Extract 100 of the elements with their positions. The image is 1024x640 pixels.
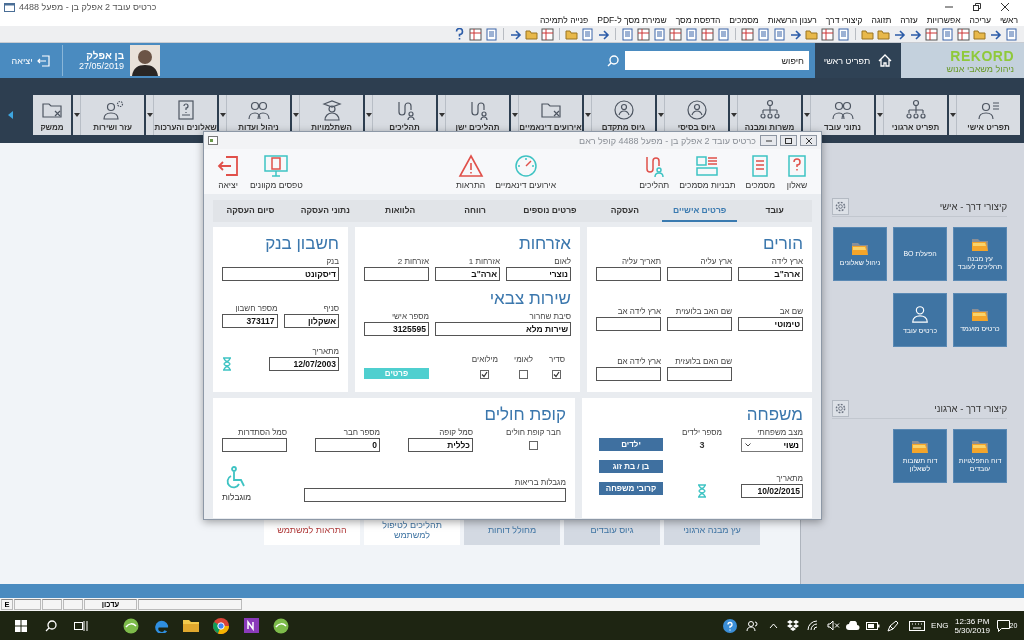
ribbon-button[interactable]: נתוני עובד: [811, 95, 874, 135]
toolbar-button[interactable]: [541, 27, 554, 41]
menu-item[interactable]: קיצורי דרך: [825, 15, 863, 25]
menu-item[interactable]: הדפסת מסך: [675, 15, 721, 25]
checkbox[interactable]: [480, 370, 490, 379]
dropdown-button[interactable]: [146, 95, 154, 135]
checkbox[interactable]: [519, 370, 528, 379]
toolbar-button[interactable]: שאלון: [783, 153, 811, 190]
text-field[interactable]: [364, 267, 429, 281]
text-field[interactable]: [222, 438, 287, 452]
checkbox[interactable]: [529, 441, 538, 450]
menu-item[interactable]: תזוגה: [871, 15, 892, 25]
checkbox[interactable]: [552, 370, 562, 379]
text-field[interactable]: [667, 317, 732, 331]
tab[interactable]: עובד: [737, 200, 812, 222]
toolbar-button[interactable]: [861, 27, 874, 41]
dropdown-button[interactable]: [876, 95, 884, 135]
toolbar-button[interactable]: [909, 27, 922, 41]
toolbar-button[interactable]: [773, 27, 786, 41]
toolbar-button[interactable]: [789, 27, 802, 41]
settings-button[interactable]: [832, 399, 849, 417]
menu-item[interactable]: עריכה: [969, 15, 991, 25]
toolbar-button[interactable]: [565, 27, 578, 41]
menu-item[interactable]: עזרה: [900, 15, 918, 25]
toolbar-button[interactable]: [653, 27, 666, 41]
toolbar-button[interactable]: [957, 27, 970, 41]
text-field[interactable]: אשקלון: [283, 314, 339, 328]
toolbar-button[interactable]: תהליכים: [637, 153, 672, 190]
tab[interactable]: הלוואות: [362, 200, 438, 222]
text-field[interactable]: שירות מלא: [435, 322, 571, 336]
toolbar-button[interactable]: התראות: [453, 153, 488, 190]
dropdown[interactable]: נשוי: [741, 438, 803, 452]
toolbar-button[interactable]: [1005, 27, 1018, 41]
toolbar-button[interactable]: [621, 27, 634, 41]
toolbar-button[interactable]: [669, 27, 682, 41]
toolbar-button[interactable]: [941, 27, 954, 41]
ribbon-button[interactable]: שאלונים והערכות: [154, 95, 217, 135]
text-field[interactable]: נוצרי: [506, 267, 571, 281]
text-field[interactable]: [596, 367, 661, 381]
text-field[interactable]: ארה"ב: [435, 267, 500, 281]
maximize-button[interactable]: [780, 135, 797, 146]
text-field[interactable]: ארה"ב: [738, 267, 803, 281]
toolbar-button[interactable]: [973, 27, 986, 41]
toolbar-button[interactable]: [893, 27, 906, 41]
help-button[interactable]: [453, 27, 466, 41]
toolbar-button[interactable]: [469, 27, 482, 41]
family-button[interactable]: ילדים: [599, 438, 663, 451]
dropdown-button[interactable]: [73, 95, 81, 135]
toolbar-button[interactable]: [877, 27, 890, 41]
tab[interactable]: סיום העסקה: [213, 200, 288, 222]
text-field[interactable]: [596, 267, 661, 281]
disability-button[interactable]: מוגבלות: [222, 466, 252, 502]
text-field[interactable]: טימוטי: [738, 317, 803, 331]
tab[interactable]: רווחה: [437, 200, 513, 222]
toolbar-button[interactable]: [685, 27, 698, 41]
tab[interactable]: פרטים אישיים: [662, 200, 738, 222]
toolbar-button[interactable]: אירועים דינאמיים: [493, 153, 558, 190]
ribbon-button[interactable]: עזר ושירות: [81, 95, 144, 135]
text-field[interactable]: 373117: [222, 314, 278, 328]
toolbar-button[interactable]: [821, 27, 834, 41]
family-button[interactable]: בן / בת זוג: [599, 460, 663, 473]
toolbar-button[interactable]: [525, 27, 538, 41]
text-field[interactable]: [667, 367, 732, 381]
settings-button[interactable]: [832, 197, 849, 215]
toolbar-button[interactable]: [837, 27, 850, 41]
clock[interactable]: 12:36 PM 5/30/2019: [954, 616, 990, 635]
date-field[interactable]: 12/07/2003: [269, 357, 339, 371]
toolbar-button[interactable]: [509, 27, 522, 41]
menu-item[interactable]: פנייה לתמיכה: [539, 15, 589, 25]
toolbar-button[interactable]: [637, 27, 650, 41]
text-field[interactable]: דיסקונט: [222, 267, 339, 281]
date-field[interactable]: 10/02/2015: [741, 484, 803, 498]
text-field[interactable]: 0: [315, 438, 380, 452]
tab[interactable]: פרטים נוספים: [512, 200, 588, 222]
text-field[interactable]: [667, 267, 732, 281]
toolbar-button[interactable]: [757, 27, 770, 41]
search-field[interactable]: חיפוש: [625, 51, 809, 70]
toolbar-button[interactable]: [805, 27, 818, 41]
toolbar-button[interactable]: [581, 27, 594, 41]
toolbar-button[interactable]: מסמכים: [743, 153, 777, 190]
close-button[interactable]: [998, 1, 1012, 13]
family-button[interactable]: קרובי משפחה: [599, 482, 663, 495]
toolbar-button[interactable]: תבניות מסמכים: [677, 153, 738, 190]
toolbar-button[interactable]: [597, 27, 610, 41]
toolbar-button[interactable]: [925, 27, 938, 41]
toolbar-button[interactable]: [485, 27, 498, 41]
close-button[interactable]: [800, 135, 817, 146]
tab[interactable]: העסקה: [587, 200, 663, 222]
toolbar-button[interactable]: [989, 27, 1002, 41]
menu-item[interactable]: אפשרויות: [926, 15, 961, 25]
toolbar-button[interactable]: טפסים מקוונים: [248, 153, 305, 190]
dropdown-button[interactable]: [949, 95, 957, 135]
language-indicator[interactable]: ENG: [931, 621, 949, 630]
text-field[interactable]: [304, 488, 566, 502]
toolbar-button[interactable]: [717, 27, 730, 41]
toolbar-button[interactable]: יציאה: [214, 153, 242, 190]
menu-item[interactable]: מסמכים: [729, 15, 759, 25]
ribbon-button[interactable]: תפריט ארגוני: [884, 95, 947, 135]
menu-item[interactable]: רענון הרשאות: [767, 15, 817, 25]
menu-item[interactable]: ראשי: [999, 15, 1018, 25]
